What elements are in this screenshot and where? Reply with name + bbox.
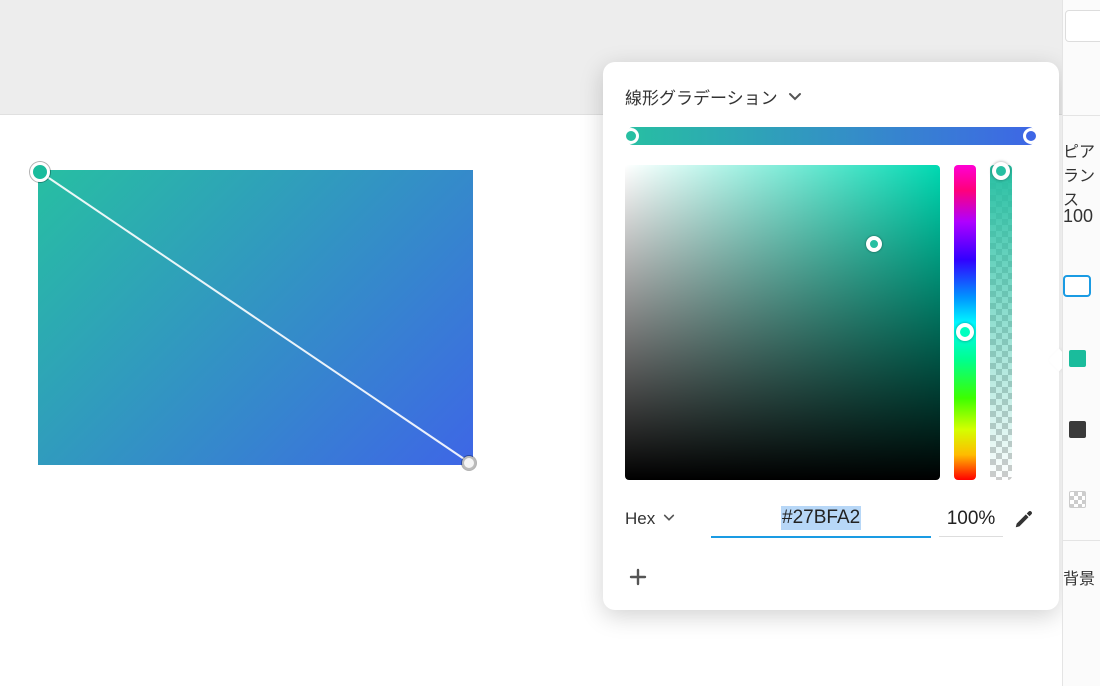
opacity-value: 100: [1063, 206, 1093, 227]
gradient-stop-bar[interactable]: [625, 127, 1037, 145]
eyedropper-button[interactable]: [1011, 506, 1037, 532]
gradient-type-dropdown[interactable]: 線形グラデーション: [625, 84, 1037, 109]
fill-swatch[interactable]: [1069, 350, 1086, 367]
color-picker-popup: 線形グラデーション Hex #27BFA2: [603, 62, 1059, 610]
hex-value: #27BFA2: [781, 506, 861, 530]
color-format-label: Hex: [625, 509, 655, 529]
opacity-input[interactable]: [939, 502, 1003, 537]
gradient-end-handle[interactable]: [462, 456, 476, 470]
color-format-dropdown[interactable]: Hex: [625, 509, 675, 529]
gradient-type-label: 線形グラデーション: [625, 84, 778, 109]
appearance-label: ピアランス: [1063, 138, 1100, 210]
hex-input[interactable]: #27BFA2: [711, 500, 931, 538]
divider: [1063, 115, 1100, 116]
gradient-rectangle[interactable]: [38, 170, 473, 465]
alpha-cursor[interactable]: [992, 162, 1010, 180]
add-color-button[interactable]: [625, 564, 651, 590]
chevron-down-icon: [663, 509, 675, 529]
hue-cursor[interactable]: [956, 323, 974, 341]
gradient-start-handle[interactable]: [30, 162, 50, 182]
chevron-down-icon: [788, 90, 802, 104]
gradient-stop-start[interactable]: [623, 128, 639, 144]
divider: [1063, 540, 1100, 541]
alpha-slider[interactable]: [990, 165, 1012, 480]
gradient-stop-end[interactable]: [1023, 128, 1039, 144]
panel-input[interactable]: [1065, 10, 1100, 42]
saturation-value-picker[interactable]: [625, 165, 940, 480]
hue-slider[interactable]: [954, 165, 976, 480]
blend-mode-chip[interactable]: [1063, 275, 1091, 297]
stroke-swatch[interactable]: [1069, 421, 1086, 438]
background-label: 背景: [1063, 565, 1095, 589]
transparent-swatch[interactable]: [1069, 491, 1086, 508]
saturation-value-cursor[interactable]: [866, 236, 882, 252]
properties-panel: ピアランス 100 背景: [1062, 0, 1100, 686]
